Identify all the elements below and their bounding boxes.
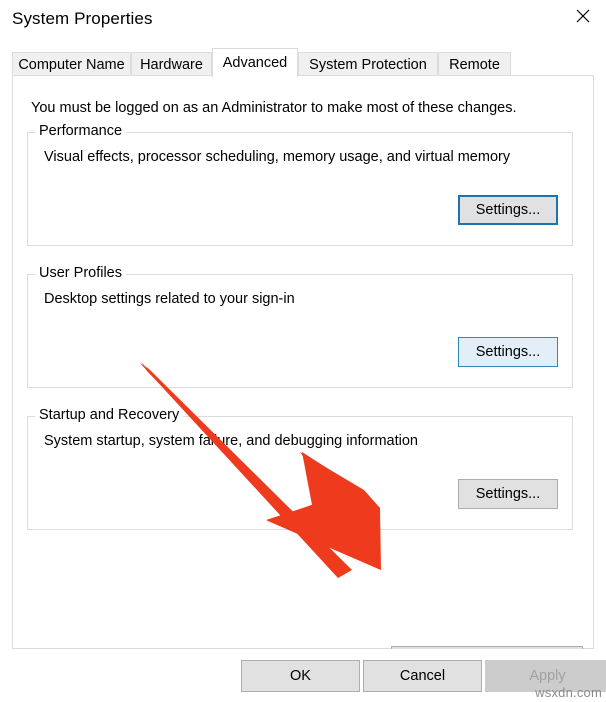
user-profiles-settings-button[interactable]: Settings... xyxy=(458,337,558,367)
performance-settings-button[interactable]: Settings... xyxy=(458,195,558,225)
performance-description: Visual effects, processor scheduling, me… xyxy=(44,149,510,165)
cancel-button[interactable]: Cancel xyxy=(363,660,482,692)
user-profiles-group-label: User Profiles xyxy=(35,265,126,281)
ok-button[interactable]: OK xyxy=(241,660,360,692)
tab-advanced[interactable]: Advanced xyxy=(212,48,298,77)
performance-group: Performance Visual effects, processor sc… xyxy=(27,132,573,246)
advanced-tab-panel: You must be logged on as an Administrato… xyxy=(12,75,594,649)
tab-hardware[interactable]: Hardware xyxy=(131,52,212,76)
user-profiles-description: Desktop settings related to your sign-in xyxy=(44,291,295,307)
tab-system-protection[interactable]: System Protection xyxy=(298,52,438,76)
close-icon[interactable] xyxy=(560,0,606,32)
startup-recovery-group: Startup and Recovery System startup, sys… xyxy=(27,416,573,530)
user-profiles-group: User Profiles Desktop settings related t… xyxy=(27,274,573,388)
window-title: System Properties xyxy=(12,9,153,29)
dialog-footer: OK Cancel Apply xyxy=(0,649,606,702)
title-bar: System Properties xyxy=(0,0,606,44)
tab-computer-name[interactable]: Computer Name xyxy=(12,52,131,76)
tab-remote[interactable]: Remote xyxy=(438,52,511,76)
administrator-notice: You must be logged on as an Administrato… xyxy=(31,100,517,116)
startup-recovery-group-label: Startup and Recovery xyxy=(35,407,183,423)
watermark: wsxdn.com xyxy=(535,685,602,700)
tab-strip: Computer Name Hardware Advanced System P… xyxy=(0,44,606,76)
system-properties-dialog: System Properties Computer Name Hardware… xyxy=(0,0,606,702)
startup-recovery-settings-button[interactable]: Settings... xyxy=(458,479,558,509)
performance-group-label: Performance xyxy=(35,123,126,139)
startup-recovery-description: System startup, system failure, and debu… xyxy=(44,433,418,449)
